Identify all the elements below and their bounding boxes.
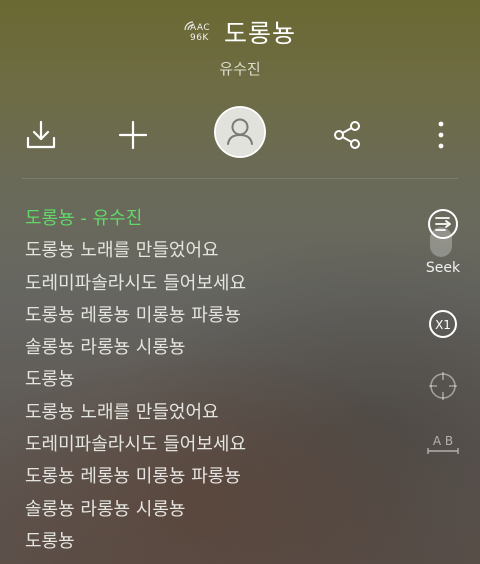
- lyric-line[interactable]: 도롱뇽 레롱뇽 미롱뇽 파롱뇽: [25, 300, 405, 332]
- speed-icon: X1: [429, 310, 457, 338]
- artist-name[interactable]: 유수진: [0, 58, 480, 79]
- crosshair-icon: [429, 372, 457, 400]
- download-button[interactable]: [22, 116, 60, 154]
- seek-label: Seek: [425, 260, 461, 276]
- lyric-line[interactable]: 도롱뇽 노래를 만들었어요: [25, 235, 405, 267]
- toolbar: [0, 104, 480, 162]
- artist-avatar-button[interactable]: [214, 106, 266, 158]
- lyric-line[interactable]: 도롱뇽 노래를 만들었어요: [25, 397, 405, 429]
- lyric-line[interactable]: 도롱뇽: [25, 364, 405, 396]
- lyric-line[interactable]: 도롱뇽 레롱뇽 미롱뇽 파롱뇽: [25, 461, 405, 493]
- plus-icon: [118, 120, 148, 150]
- add-to-playlist-button[interactable]: [114, 116, 152, 154]
- share-button[interactable]: [328, 116, 366, 154]
- codec-bitrate: 96K: [189, 33, 209, 43]
- more-options-button[interactable]: [424, 116, 458, 154]
- song-title: 도롱뇽: [223, 19, 296, 48]
- more-vertical-icon: [438, 121, 444, 149]
- lyric-line[interactable]: 도롱뇽: [25, 526, 405, 558]
- avatar-icon: [214, 106, 266, 158]
- lyric-line[interactable]: 도레미파솔라시도 들어보세요: [25, 429, 405, 461]
- lyric-line[interactable]: 솔롱뇽 라롱뇽 시롱뇽: [25, 494, 405, 526]
- seek-toggle[interactable]: Seek: [420, 205, 466, 276]
- lyrics-panel[interactable]: 도롱뇽 - 유수진 도롱뇽 노래를 만들었어요 도레미파솔라시도 들어보세요 도…: [25, 203, 405, 558]
- ab-repeat-label: A B: [433, 434, 453, 448]
- sync-target-button[interactable]: [420, 368, 466, 404]
- share-icon: [334, 121, 360, 149]
- download-icon: [26, 120, 56, 149]
- divider: [22, 178, 458, 179]
- ab-repeat-button[interactable]: A B: [420, 432, 466, 462]
- seek-icon: [428, 209, 458, 257]
- playback-speed-button[interactable]: X1: [420, 307, 466, 341]
- ab-repeat-icon: A B: [427, 434, 459, 454]
- lyric-line[interactable]: 도레미파솔라시도 들어보세요: [25, 268, 405, 300]
- lyric-line[interactable]: 솔롱뇽 라롱뇽 시롱뇽: [25, 332, 405, 364]
- header: AAC 96K 도롱뇽 유수진: [0, 0, 480, 100]
- speed-label: X1: [435, 318, 451, 332]
- codec-badge: AAC 96K: [184, 17, 218, 47]
- lyric-line-active[interactable]: 도롱뇽 - 유수진: [25, 203, 405, 235]
- codec-format: AAC: [189, 23, 211, 33]
- title-row: AAC 96K 도롱뇽: [0, 14, 480, 50]
